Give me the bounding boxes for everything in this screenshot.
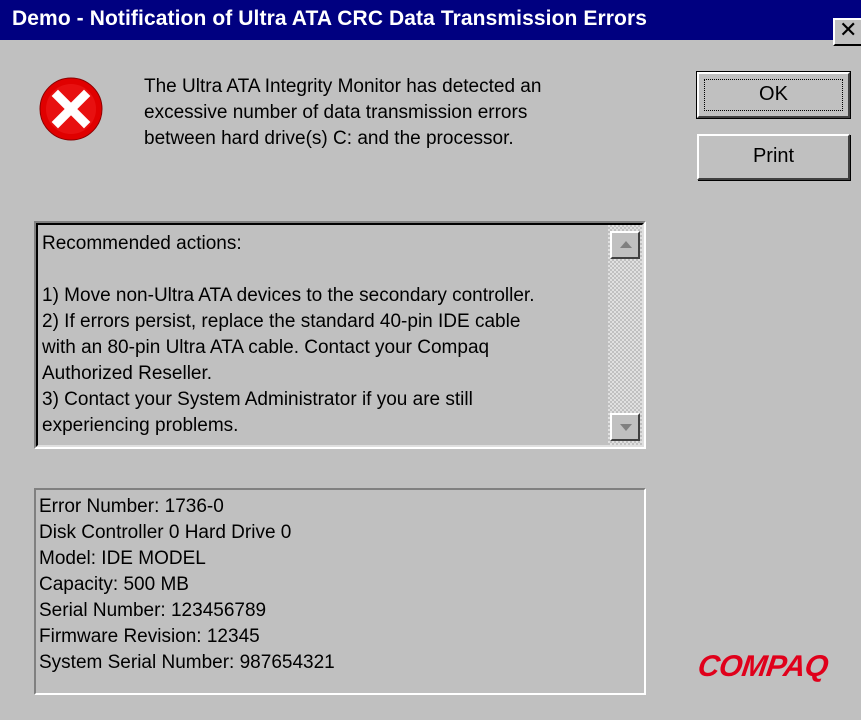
title-bar[interactable]: Demo - Notification of Ultra ATA CRC Dat… xyxy=(0,0,861,40)
ok-button[interactable]: OK xyxy=(696,71,851,119)
actions-heading: Recommended actions: xyxy=(42,233,242,254)
print-button-label: Print xyxy=(752,145,795,167)
close-icon: ✕ xyxy=(839,18,858,43)
recommended-actions-frame: Recommended actions: 1) Move non-Ultra A… xyxy=(36,223,644,447)
action-line: 1) Move non-Ultra ATA devices to the sec… xyxy=(42,285,535,306)
system-serial-number: System Serial Number: 987654321 xyxy=(39,652,335,673)
serial-number: Serial Number: 123456789 xyxy=(39,600,267,621)
error-dialog-window: Demo - Notification of Ultra ATA CRC Dat… xyxy=(0,0,861,720)
error-details-text: Error Number: 1736-0 Disk Controller 0 H… xyxy=(39,494,335,676)
action-line: experiencing problems. xyxy=(42,415,239,436)
action-line: 2) If errors persist, replace the standa… xyxy=(42,311,521,332)
error-details-panel: Error Number: 1736-0 Disk Controller 0 H… xyxy=(34,488,646,695)
error-icon xyxy=(39,77,103,141)
arrow-up-icon xyxy=(620,241,632,248)
drive-capacity: Capacity: 500 MB xyxy=(39,574,189,595)
compaq-logo: COMPAQ xyxy=(695,650,831,683)
ok-button-label: OK xyxy=(759,83,788,105)
scroll-down-button[interactable] xyxy=(610,413,640,441)
disk-controller: Disk Controller 0 Hard Drive 0 xyxy=(39,522,292,543)
print-button[interactable]: Print xyxy=(697,134,850,180)
drive-model: Model: IDE MODEL xyxy=(39,548,206,569)
window-title: Demo - Notification of Ultra ATA CRC Dat… xyxy=(12,7,648,30)
action-line: 3) Contact your System Administrator if … xyxy=(42,389,473,410)
action-line: Authorized Reseller. xyxy=(42,363,213,384)
arrow-down-icon xyxy=(620,424,632,431)
recommended-actions-textbox[interactable]: Recommended actions: 1) Move non-Ultra A… xyxy=(34,221,646,449)
error-message: The Ultra ATA Integrity Monitor has dete… xyxy=(144,76,542,149)
error-number: Error Number: 1736-0 xyxy=(39,496,224,517)
firmware-revision: Firmware Revision: 12345 xyxy=(39,626,260,647)
close-button[interactable]: ✕ xyxy=(833,18,861,46)
scroll-up-button[interactable] xyxy=(610,231,640,259)
recommended-actions-text: Recommended actions: 1) Move non-Ultra A… xyxy=(42,231,602,439)
vertical-scrollbar[interactable] xyxy=(608,225,642,445)
action-line: with an 80-pin Ultra ATA cable. Contact … xyxy=(42,337,490,358)
